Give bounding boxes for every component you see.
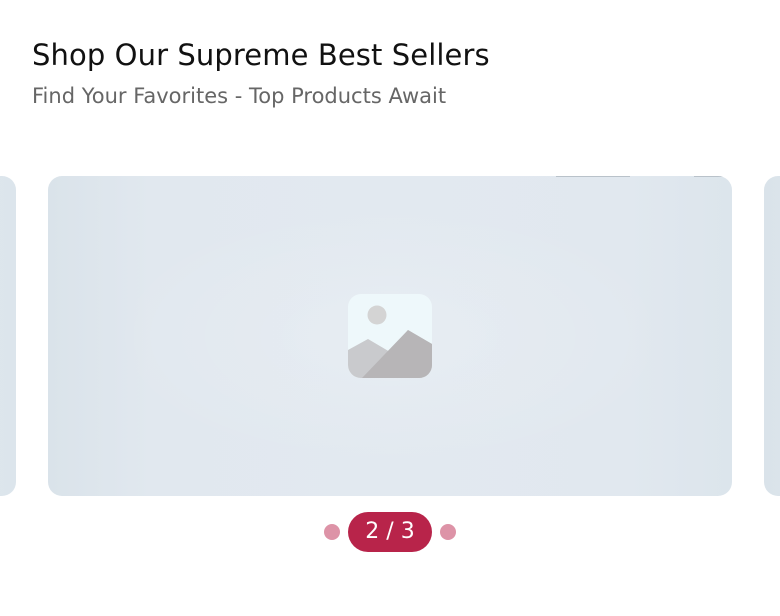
card-top-edge-mark [694, 176, 724, 177]
card-top-edge-mark [556, 176, 630, 177]
best-sellers-section: Shop Our Supreme Best Sellers Find Your … [0, 0, 780, 616]
pagination-dot-next[interactable] [440, 524, 456, 540]
section-subtitle: Find Your Favorites - Top Products Await [32, 84, 447, 108]
carousel-pagination: 2 / 3 [0, 512, 780, 552]
carousel-slide-next[interactable] [764, 176, 780, 496]
section-title: Shop Our Supreme Best Sellers [32, 38, 490, 72]
carousel-slide-previous[interactable] [0, 176, 16, 496]
slide-counter: 2 / 3 [348, 512, 432, 552]
pagination-dot-previous[interactable] [324, 524, 340, 540]
image-placeholder-icon [348, 294, 432, 378]
